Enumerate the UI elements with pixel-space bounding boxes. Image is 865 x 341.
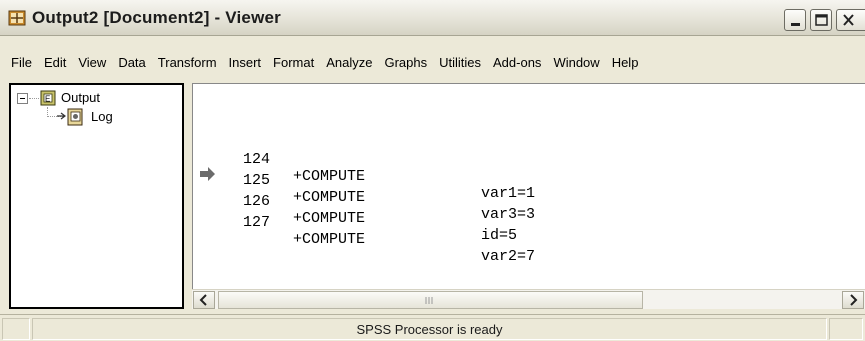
close-button[interactable] bbox=[836, 9, 865, 31]
scroll-left-icon bbox=[199, 294, 207, 306]
log-line-number: 127 bbox=[243, 214, 271, 231]
status-cell-grip[interactable] bbox=[829, 318, 863, 340]
outline-pane[interactable]: E Output Log bbox=[9, 83, 184, 309]
status-text: SPSS Processor is ready bbox=[356, 322, 503, 337]
scroll-right-icon bbox=[850, 294, 858, 306]
log-line-assignment: id=5 bbox=[481, 227, 518, 244]
tree-item-log[interactable]: Log bbox=[91, 109, 113, 124]
log-line-command: +COMPUTE bbox=[293, 231, 366, 248]
output-book-icon: E bbox=[40, 90, 56, 106]
maximize-icon bbox=[815, 14, 828, 26]
log-line: 127 +COMPUTE var2=7 bbox=[243, 197, 535, 265]
menu-edit[interactable]: Edit bbox=[38, 55, 72, 70]
title-bar[interactable]: Output2 [Document2] - Viewer bbox=[0, 0, 865, 36]
log-line: 126 +COMPUTE id=5 bbox=[243, 176, 517, 244]
log-text-block[interactable]: 124 +COMPUTE var1=1 125 +COMPUTE var3=3 … bbox=[243, 134, 535, 265]
window-title: Output2 [Document2] - Viewer bbox=[32, 8, 281, 27]
minimize-icon bbox=[791, 23, 800, 26]
menu-transform[interactable]: Transform bbox=[152, 55, 223, 70]
menu-insert[interactable]: Insert bbox=[223, 55, 268, 70]
spss-viewer-icon[interactable] bbox=[8, 9, 26, 27]
status-cell-main: SPSS Processor is ready bbox=[32, 318, 827, 340]
menu-file[interactable]: File bbox=[5, 55, 38, 70]
current-item-arrow-icon bbox=[200, 167, 215, 181]
tree-item-output[interactable]: Output bbox=[61, 90, 100, 105]
menu-view[interactable]: View bbox=[72, 55, 112, 70]
log-line-assignment: var3=3 bbox=[481, 206, 536, 223]
menu-data[interactable]: Data bbox=[112, 55, 151, 70]
menu-bar: File Edit View Data Transform Insert For… bbox=[0, 51, 865, 73]
scroll-right-button[interactable] bbox=[842, 291, 864, 309]
minimize-button[interactable] bbox=[784, 9, 806, 31]
scroll-thumb[interactable] bbox=[218, 291, 643, 309]
log-line-assignment: var2=7 bbox=[481, 248, 536, 265]
collapse-minus-icon[interactable] bbox=[17, 93, 28, 104]
log-content-pane[interactable]: 124 +COMPUTE var1=1 125 +COMPUTE var3=3 … bbox=[192, 83, 865, 289]
tree-connector bbox=[29, 98, 39, 99]
menu-format[interactable]: Format bbox=[267, 55, 320, 70]
log-line: 124 +COMPUTE var1=1 bbox=[243, 134, 535, 202]
menu-help[interactable]: Help bbox=[606, 55, 645, 70]
log-line: 125 +COMPUTE var3=3 bbox=[243, 155, 535, 223]
status-bar: SPSS Processor is ready bbox=[0, 314, 865, 341]
svg-text:E: E bbox=[45, 95, 50, 104]
horizontal-scrollbar[interactable] bbox=[192, 289, 865, 309]
menu-add-ons[interactable]: Add-ons bbox=[487, 55, 547, 70]
log-line-assignment: var1=1 bbox=[481, 185, 536, 202]
menu-utilities[interactable]: Utilities bbox=[433, 55, 487, 70]
pane-splitter[interactable] bbox=[186, 83, 191, 309]
log-icon bbox=[67, 108, 83, 126]
close-icon bbox=[843, 14, 854, 26]
viewer-window: Output2 [Document2] - Viewer File Edit V… bbox=[0, 0, 865, 341]
status-cell-empty bbox=[2, 318, 30, 340]
menu-window[interactable]: Window bbox=[547, 55, 605, 70]
menu-graphs[interactable]: Graphs bbox=[378, 55, 433, 70]
maximize-button[interactable] bbox=[810, 9, 832, 31]
scroll-grip-icon bbox=[425, 297, 433, 304]
menu-analyze[interactable]: Analyze bbox=[320, 55, 378, 70]
scroll-left-button[interactable] bbox=[193, 291, 215, 309]
